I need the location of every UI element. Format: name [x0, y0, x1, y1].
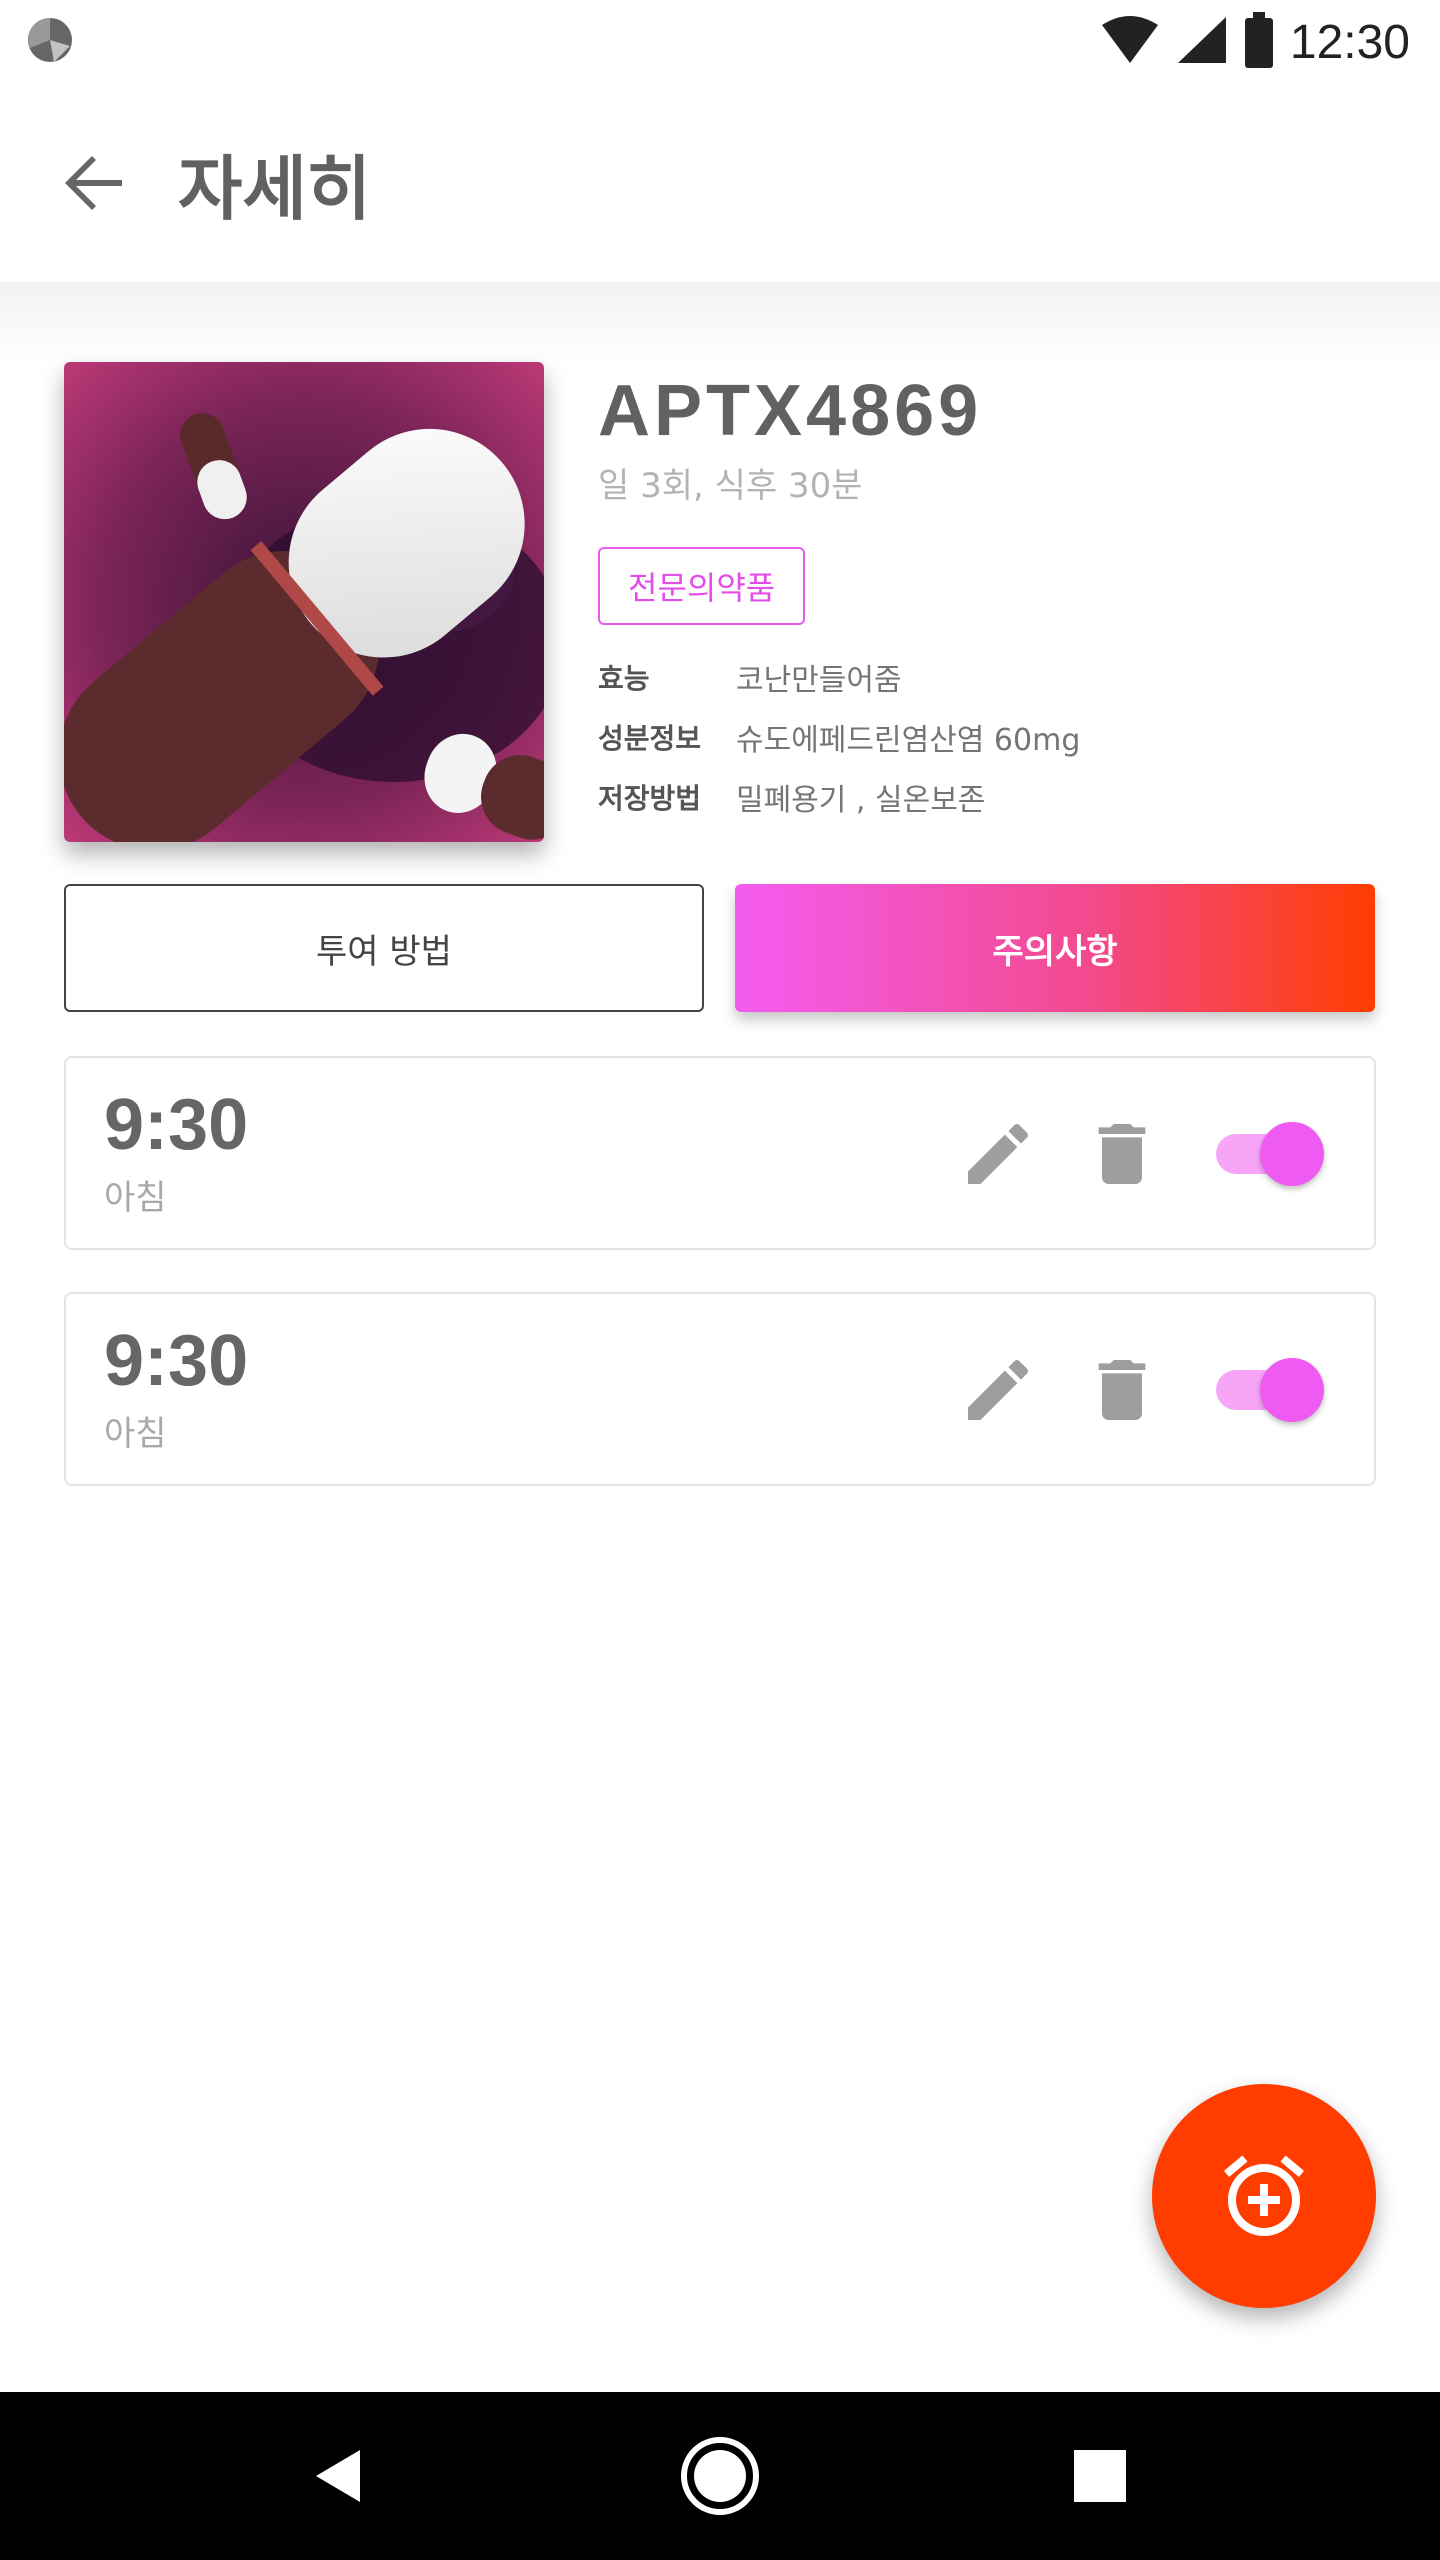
back-triangle-icon [316, 2450, 360, 2502]
delete-alarm-button[interactable] [1082, 1350, 1162, 1430]
add-alarm-icon [1224, 2155, 1304, 2237]
page-title: 자세히 [178, 147, 372, 230]
nav-back-button[interactable] [280, 2416, 400, 2536]
alarm-label: 아침 [104, 1178, 167, 1218]
info-key: 저장방법 [598, 782, 702, 815]
app-bar: 자세히 [0, 84, 1440, 282]
pencil-icon [968, 1359, 1029, 1420]
add-alarm-fab[interactable] [1152, 2084, 1376, 2308]
alarm-card: 9:30 아침 [64, 1056, 1376, 1250]
trash-icon [1098, 1360, 1146, 1420]
app-bar-shadow [0, 282, 1440, 362]
edit-alarm-button[interactable] [958, 1114, 1038, 1194]
app-notification-icon [24, 14, 76, 70]
pencil-icon [968, 1123, 1029, 1184]
cell-signal-icon [1176, 15, 1228, 69]
alarm-card: 9:30 아침 [64, 1292, 1376, 1486]
alarm-time: 9:30 [104, 1085, 249, 1165]
clock: 12:30 [1289, 15, 1410, 69]
recents-square-icon [1074, 2450, 1126, 2502]
dosage-method-button[interactable]: 투여 방법 [64, 884, 704, 1012]
info-value: 밀폐용기 , 실온보존 [736, 783, 986, 818]
arrow-back-icon [65, 156, 122, 210]
alarm-time: 9:30 [104, 1321, 249, 1401]
product-info: APTX4869 일 3회, 식후 30분 전문의약품 효능 코난만들어줌 성분… [598, 370, 1378, 827]
nav-recents-button[interactable] [1040, 2416, 1160, 2536]
info-row-ingredients: 성분정보 슈도에페드린염산염 60mg [598, 707, 1378, 767]
info-key: 효능 [598, 662, 650, 695]
info-key: 성분정보 [598, 722, 702, 755]
alarm-toggle[interactable] [1208, 1116, 1332, 1192]
info-row-efficacy: 효능 코난만들어줌 [598, 647, 1378, 707]
toggle-thumb [1260, 1358, 1324, 1422]
edit-alarm-button[interactable] [958, 1350, 1038, 1430]
prescription-badge: 전문의약품 [598, 547, 806, 625]
detail-screen: 12:30 자세히 APTX4869 일 3회, 식후 30분 전문의약품 효능… [0, 0, 1440, 2560]
status-bar: 12:30 [0, 0, 1440, 84]
info-value: 코난만들어줌 [736, 663, 902, 698]
status-icons: 12:30 [1100, 12, 1410, 72]
product-dosage: 일 3회, 식후 30분 [598, 466, 863, 506]
back-button[interactable] [44, 133, 144, 233]
home-circle-icon [681, 2437, 759, 2515]
battery-icon [1244, 12, 1274, 72]
precautions-button[interactable]: 주의사항 [735, 884, 1375, 1012]
product-name: APTX4869 [598, 371, 983, 451]
toggle-thumb [1260, 1122, 1324, 1186]
info-row-storage: 저장방법 밀폐용기 , 실온보존 [598, 767, 1378, 827]
product-info-table: 효능 코난만들어줌 성분정보 슈도에페드린염산염 60mg 저장방법 밀폐용기 … [598, 647, 1378, 827]
info-value: 슈도에페드린염산염 60mg [736, 723, 1081, 758]
product-image [64, 362, 544, 842]
system-nav-bar [0, 2392, 1440, 2560]
trash-icon [1098, 1124, 1146, 1184]
delete-alarm-button[interactable] [1082, 1114, 1162, 1194]
alarm-toggle[interactable] [1208, 1352, 1332, 1428]
alarm-label: 아침 [104, 1414, 167, 1454]
nav-home-button[interactable] [660, 2416, 780, 2536]
wifi-icon [1100, 15, 1160, 69]
